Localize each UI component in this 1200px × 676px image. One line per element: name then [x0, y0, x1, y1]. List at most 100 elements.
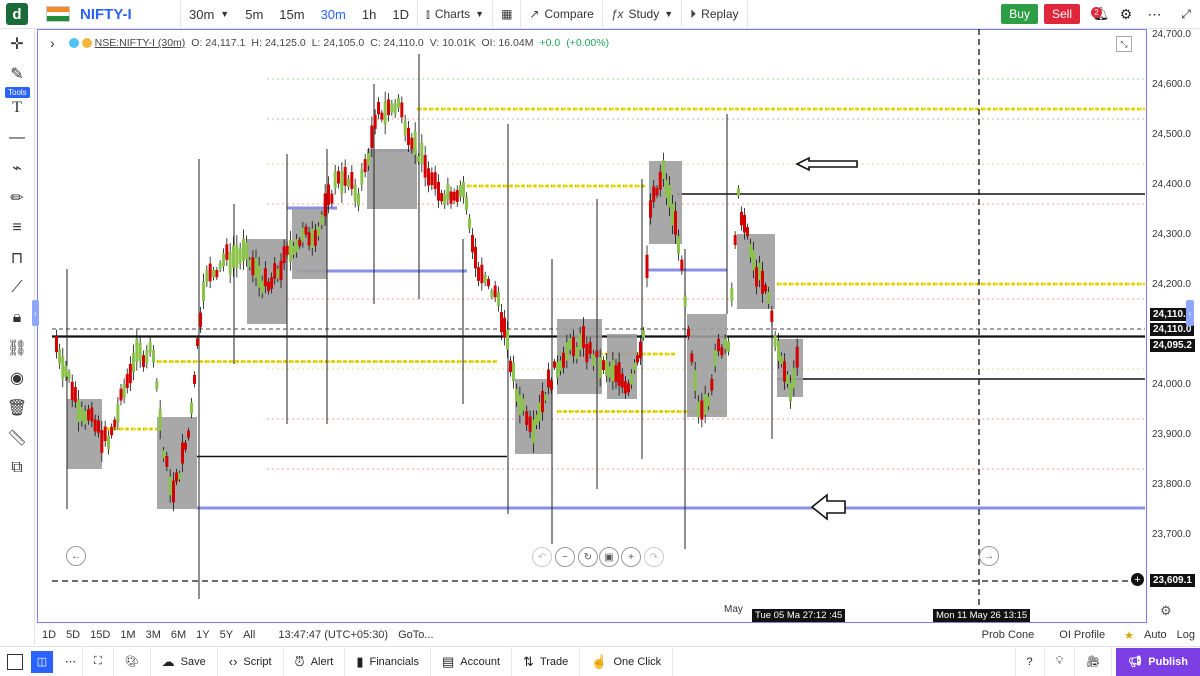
lightbulb-icon[interactable]: 💡︎: [1045, 647, 1076, 676]
reset-icon[interactable]: ↻: [578, 547, 598, 567]
theme-palette-icon[interactable]: 🎨︎: [114, 647, 151, 676]
range-5y[interactable]: 5Y: [220, 629, 233, 641]
maximize-icon[interactable]: ⤡: [1116, 36, 1132, 52]
range-3m[interactable]: 3M: [146, 629, 161, 641]
candle-body: [263, 268, 267, 287]
candle-body: [474, 246, 477, 269]
arrow-annotation-top: [795, 156, 858, 172]
y-tick-label: 24,300.0: [1152, 229, 1191, 240]
tab-1h[interactable]: 1h: [354, 0, 384, 28]
tab-5m[interactable]: 5m: [237, 0, 271, 28]
candle-body: [783, 361, 786, 382]
financials-button[interactable]: ▮ Financials: [345, 647, 431, 676]
left-panel-collapse-icon[interactable]: ‹: [32, 300, 39, 326]
pattern-icon[interactable]: ⌁: [0, 153, 34, 183]
magnet-icon[interactable]: ⊓: [0, 243, 34, 273]
link-icon[interactable]: ⛓: [0, 333, 34, 363]
split-layout-icon[interactable]: ◫: [31, 650, 53, 673]
trash-icon[interactable]: 🗑︎: [0, 393, 34, 423]
measure-icon[interactable]: ⟋: [0, 273, 34, 303]
range-all[interactable]: All: [243, 629, 255, 641]
tab-30m[interactable]: 30m: [313, 0, 354, 28]
range-6m[interactable]: 6M: [171, 629, 186, 641]
crosshair-icon[interactable]: ✛: [0, 29, 34, 59]
goto-button[interactable]: GoTo...: [398, 629, 433, 641]
save-button[interactable]: ☁ Save: [151, 647, 218, 676]
more-options-icon[interactable]: ⋯: [1138, 6, 1172, 23]
add-alert-plus-icon[interactable]: +: [1131, 573, 1144, 586]
candle-body: [487, 279, 490, 287]
range-1m[interactable]: 1M: [120, 629, 135, 641]
lock-icon[interactable]: 🔒︎: [0, 303, 34, 333]
candle-body: [107, 435, 110, 450]
charts-button[interactable]: ⫾ Charts ▼: [416, 0, 492, 28]
tab-15m[interactable]: 15m: [271, 0, 312, 28]
star-icon[interactable]: ★: [1124, 629, 1134, 642]
legend-toggle-chevron-icon[interactable]: ›: [50, 35, 55, 51]
video-icon[interactable]: 🎥︎: [1075, 647, 1113, 676]
one-click-button[interactable]: ☝ One Click: [580, 647, 674, 676]
single-layout-icon[interactable]: [7, 653, 23, 670]
help-icon[interactable]: ?: [1014, 647, 1045, 676]
publish-button[interactable]: 📢︎ Publish: [1116, 647, 1200, 676]
redo-icon[interactable]: ↷: [644, 547, 664, 567]
scroll-left-arrow-icon[interactable]: ←: [66, 546, 86, 566]
notifications-button[interactable]: 🔔︎ 2: [1088, 6, 1114, 22]
candle-body: [310, 228, 314, 248]
tab-1d[interactable]: 1D: [384, 0, 417, 28]
script-button[interactable]: ‹› Script: [218, 647, 284, 676]
prob-cone-button[interactable]: Prob Cone: [982, 629, 1035, 641]
screenshot-icon[interactable]: ⧉: [0, 453, 34, 483]
candle-body: [727, 341, 730, 352]
layout-button[interactable]: ▦: [492, 0, 520, 28]
hand-pointer-icon: ☝: [591, 653, 608, 669]
horizontal-line-icon[interactable]: —: [0, 123, 34, 153]
alert-button[interactable]: ⏰︎ Alert: [284, 647, 346, 676]
undo-icon[interactable]: ↶: [532, 547, 552, 567]
zoom-in-icon[interactable]: +: [621, 547, 641, 567]
sell-button[interactable]: Sell: [1043, 4, 1080, 24]
auto-scale-button[interactable]: Auto: [1144, 629, 1167, 641]
symbol-name[interactable]: NIFTY-I: [80, 6, 180, 23]
pencil-icon[interactable]: ✏: [0, 183, 34, 213]
more-layouts-icon[interactable]: ⋯: [59, 647, 83, 676]
replay-button[interactable]: ⏵ Replay: [681, 0, 746, 28]
notification-badge: 2: [1091, 7, 1102, 18]
study-button[interactable]: ƒx Study ▼: [601, 0, 681, 28]
arrow-annotation-bottom: [810, 493, 846, 521]
axis-settings-gear-icon[interactable]: ⚙: [1160, 603, 1172, 619]
x-axis-month: May: [724, 604, 743, 615]
ruler-icon[interactable]: 📏︎: [0, 423, 34, 453]
candle-body: [103, 426, 107, 442]
chevron-down-icon: ▼: [475, 9, 485, 19]
candle-body: [218, 262, 222, 270]
app-logo[interactable]: d: [6, 3, 28, 25]
scroll-right-arrow-icon[interactable]: →: [979, 546, 999, 566]
eye-icon[interactable]: ◉: [0, 363, 34, 393]
right-panel-collapse-icon[interactable]: ‹: [1186, 300, 1194, 326]
cloud-icon: ☁: [161, 653, 175, 669]
oi-profile-button[interactable]: OI Profile: [1059, 629, 1105, 641]
range-5d[interactable]: 5D: [66, 629, 80, 641]
interval-dropdown[interactable]: 30m ▼: [180, 0, 237, 28]
legend-source[interactable]: NSE:NIFTY-I (30m): [95, 37, 186, 49]
log-scale-button[interactable]: Log: [1177, 629, 1195, 641]
fullscreen-toggle-icon[interactable]: ⛶: [83, 647, 114, 676]
price-chart[interactable]: [37, 29, 1147, 623]
snapshot-icon[interactable]: ▣: [599, 547, 619, 567]
fib-icon[interactable]: ≡: [0, 213, 34, 243]
trade-button[interactable]: ⇅ Trade: [512, 647, 581, 676]
account-button[interactable]: ▤ Account: [431, 647, 513, 676]
buy-button[interactable]: Buy: [1001, 4, 1038, 24]
range-1y[interactable]: 1Y: [196, 629, 209, 641]
range-1d[interactable]: 1D: [42, 629, 56, 641]
range-15d[interactable]: 15D: [90, 629, 110, 641]
candle-body: [145, 350, 149, 364]
brush-icon[interactable]: ✎: [0, 59, 34, 89]
fullscreen-icon[interactable]: ⤢: [1172, 7, 1200, 22]
compare-button[interactable]: ↗ Compare: [520, 0, 601, 28]
candle-body: [327, 184, 330, 206]
candle-body: [70, 381, 74, 400]
settings-gear-icon[interactable]: ⚙: [1114, 6, 1138, 23]
zoom-out-icon[interactable]: −: [555, 547, 575, 567]
